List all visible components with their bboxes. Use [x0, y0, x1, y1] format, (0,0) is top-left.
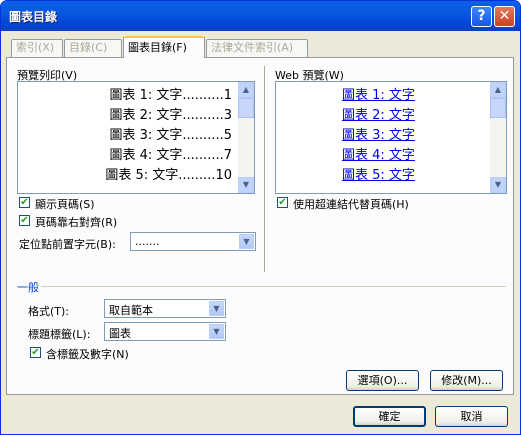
print-preview-box: 圖表 1: 文字..........1 圖表 2: 文字..........3 … [17, 81, 255, 194]
cancel-button[interactable]: 取消 [435, 406, 508, 427]
tab-leader-value: ....... [135, 235, 160, 248]
web-preview-link[interactable]: 圖表 4: 文字 [342, 144, 415, 163]
web-preview-link[interactable]: 圖表 2: 文字 [342, 104, 415, 123]
print-preview-line: 圖表 3: 文字..........5 [109, 128, 232, 143]
print-preview-line: 圖表 1: 文字..........1 [109, 88, 232, 103]
caption-label-value: 圖表 [109, 327, 131, 340]
general-divider [41, 286, 506, 287]
caption-label-select[interactable]: 圖表 ▼ [104, 322, 226, 341]
tab-table-of-authorities[interactable]: 法律文件索引(A) [206, 39, 308, 57]
print-preview-scrollbar[interactable]: ▲ ▼ [238, 82, 254, 193]
vertical-divider [264, 66, 265, 272]
right-align-checkbox[interactable]: ✔ [19, 215, 30, 226]
scroll-up-icon[interactable]: ▲ [238, 82, 254, 98]
use-hyperlinks-checkbox[interactable]: ✔ [277, 197, 288, 208]
tab-leader-label: 定位點前置字元(B): [19, 238, 116, 251]
help-button[interactable]: ? [471, 6, 492, 27]
scroll-thumb[interactable] [490, 98, 506, 118]
general-heading: 一般 [17, 281, 39, 294]
web-preview-scrollbar[interactable]: ▲ ▼ [490, 82, 506, 193]
web-preview-link[interactable]: 圖表 1: 文字 [342, 84, 415, 103]
close-button[interactable]: ✕ [494, 6, 515, 27]
use-hyperlinks-label[interactable]: 使用超連結代替頁碼(H) [293, 196, 409, 212]
chevron-down-icon[interactable]: ▼ [209, 324, 224, 339]
dialog-window: 圖表目錄 ? ✕ 索引(X) 目錄(C) 圖表目錄(F) 法律文件索引(A) 預… [0, 0, 521, 435]
web-preview-box: 圖表 1: 文字 圖表 2: 文字 圖表 3: 文字 圖表 4: 文字 圖表 5… [275, 81, 507, 194]
print-preview-line: 圖表 4: 文字..........7 [109, 148, 232, 163]
format-select[interactable]: 取自範本 ▼ [104, 299, 226, 318]
modify-button[interactable]: 修改(M)... [430, 370, 503, 391]
scroll-thumb[interactable] [238, 98, 254, 118]
window-title: 圖表目錄 [9, 10, 58, 24]
scroll-down-icon[interactable]: ▼ [238, 177, 254, 193]
print-preview-line: 圖表 5: 文字.........10 [105, 168, 232, 183]
show-page-numbers-label[interactable]: 顯示頁碼(S) [35, 196, 95, 212]
tab-strip: 索引(X) 目錄(C) 圖表目錄(F) 法律文件索引(A) [1, 36, 520, 58]
tab-table-of-figures[interactable]: 圖表目錄(F) [123, 36, 205, 58]
chevron-down-icon[interactable]: ▼ [209, 301, 224, 316]
tab-index[interactable]: 索引(X) [11, 39, 63, 57]
web-preview-link[interactable]: 圖表 5: 文字 [342, 164, 415, 183]
title-bar: 圖表目錄 ? ✕ [1, 1, 520, 31]
chevron-down-icon[interactable]: ▼ [239, 234, 254, 249]
caption-label-label: 標題標籤(L): [28, 328, 91, 341]
options-button[interactable]: 選項(O)... [346, 370, 419, 391]
tab-leader-select[interactable]: ....... ▼ [130, 232, 256, 251]
right-align-label[interactable]: 頁碼靠右對齊(R) [35, 214, 117, 230]
include-label-label[interactable]: 含標籤及數字(N) [46, 346, 129, 362]
format-value: 取自範本 [109, 304, 153, 317]
format-label: 格式(T): [28, 305, 70, 318]
tab-panel: 預覽列印(V) 圖表 1: 文字..........1 圖表 2: 文字....… [6, 57, 514, 395]
tab-toc[interactable]: 目錄(C) [64, 39, 122, 57]
print-preview-line: 圖表 2: 文字..........3 [109, 108, 232, 123]
scroll-up-icon[interactable]: ▲ [490, 82, 506, 98]
scroll-down-icon[interactable]: ▼ [490, 177, 506, 193]
show-page-numbers-checkbox[interactable]: ✔ [19, 197, 30, 208]
ok-button[interactable]: 確定 [353, 406, 426, 427]
web-preview-link[interactable]: 圖表 3: 文字 [342, 124, 415, 143]
include-label-checkbox[interactable]: ✔ [30, 347, 41, 358]
